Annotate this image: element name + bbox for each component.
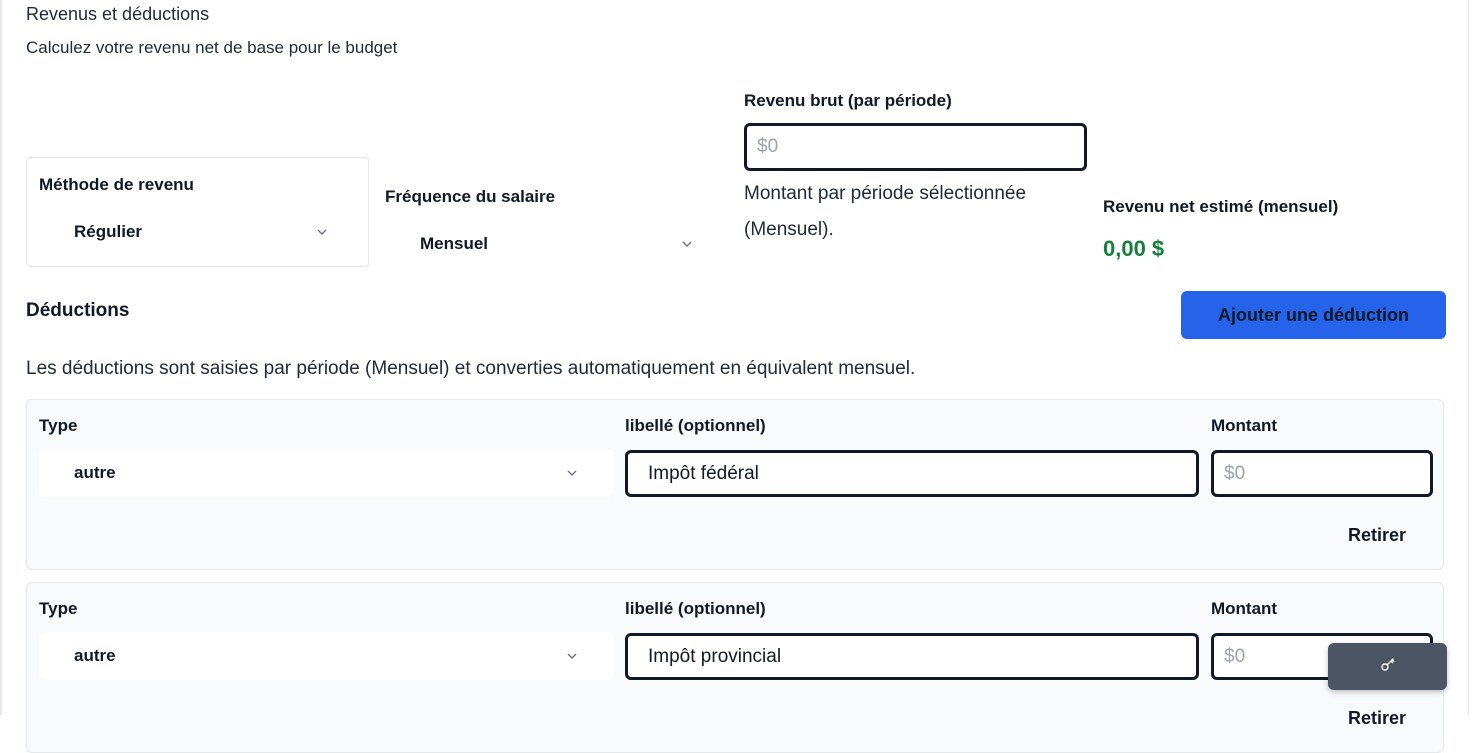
deduction-label-value: Impôt fédéral bbox=[648, 462, 759, 484]
deduction-amount-label: Montant bbox=[1211, 416, 1278, 435]
deduction-type-label: Type bbox=[39, 416, 78, 435]
remove-deduction-button[interactable]: Retirer bbox=[1327, 520, 1427, 550]
scrollbar[interactable] bbox=[1468, 0, 1483, 715]
page-title: Revenus et déductions bbox=[26, 4, 210, 24]
deduction-type-value: autre bbox=[74, 646, 116, 665]
gross-income-help: Montant par période sélectionnée (Mensue… bbox=[744, 183, 1027, 240]
income-method-value: Régulier bbox=[74, 222, 143, 241]
deduction-label-label: libellé (optionnel) bbox=[625, 599, 766, 618]
net-income-label: Revenu net estimé (mensuel) bbox=[1103, 197, 1339, 216]
deduction-type-label: Type bbox=[39, 599, 78, 618]
frequency-select[interactable]: Mensuel bbox=[385, 229, 692, 259]
deduction-card: Type autre libellé (optionnel) Impôt féd… bbox=[26, 399, 1444, 570]
income-method-select[interactable]: Régulier bbox=[39, 217, 327, 247]
net-income-value: 0,00 $ bbox=[1103, 236, 1165, 261]
deduction-amount-placeholder: $0 bbox=[1224, 645, 1246, 667]
deduction-type-select[interactable]: autre bbox=[39, 632, 614, 680]
page-subtitle: Calculez votre revenu net de base pour l… bbox=[26, 38, 398, 57]
add-deduction-button[interactable]: Ajouter une déduction bbox=[1181, 291, 1446, 339]
chevron-down-icon bbox=[682, 239, 692, 249]
gross-income-input[interactable]: $0 bbox=[744, 123, 1087, 171]
page-left-border bbox=[0, 0, 2, 715]
deduction-card: Type autre libellé (optionnel) Impôt pro… bbox=[26, 582, 1444, 753]
key-icon bbox=[1380, 656, 1396, 677]
deduction-amount-input[interactable]: $0 bbox=[1211, 450, 1433, 497]
gross-income-label: Revenu brut (par période) bbox=[744, 91, 952, 110]
deduction-label-input[interactable]: Impôt provincial bbox=[625, 633, 1199, 680]
floating-key-button[interactable] bbox=[1328, 643, 1447, 690]
deduction-label-input[interactable]: Impôt fédéral bbox=[625, 450, 1199, 497]
frequency-label: Fréquence du salaire bbox=[385, 187, 556, 206]
chevron-down-icon bbox=[567, 468, 577, 478]
income-method-card: Méthode de revenu Régulier bbox=[26, 157, 369, 267]
deduction-amount-label: Montant bbox=[1211, 599, 1278, 618]
income-method-label: Méthode de revenu bbox=[39, 175, 194, 194]
deductions-title: Déductions bbox=[26, 300, 130, 321]
deduction-label-value: Impôt provincial bbox=[648, 645, 782, 667]
deductions-description: Les déductions sont saisies par période … bbox=[26, 358, 916, 379]
deduction-amount-placeholder: $0 bbox=[1224, 462, 1246, 484]
remove-deduction-button[interactable]: Retirer bbox=[1327, 703, 1427, 733]
deduction-type-select[interactable]: autre bbox=[39, 449, 614, 497]
gross-income-placeholder: $0 bbox=[757, 136, 779, 157]
chevron-down-icon bbox=[567, 651, 577, 661]
chevron-down-icon bbox=[317, 227, 327, 237]
frequency-value: Mensuel bbox=[420, 234, 489, 253]
deduction-label-label: libellé (optionnel) bbox=[625, 416, 766, 435]
deduction-type-value: autre bbox=[74, 463, 116, 482]
